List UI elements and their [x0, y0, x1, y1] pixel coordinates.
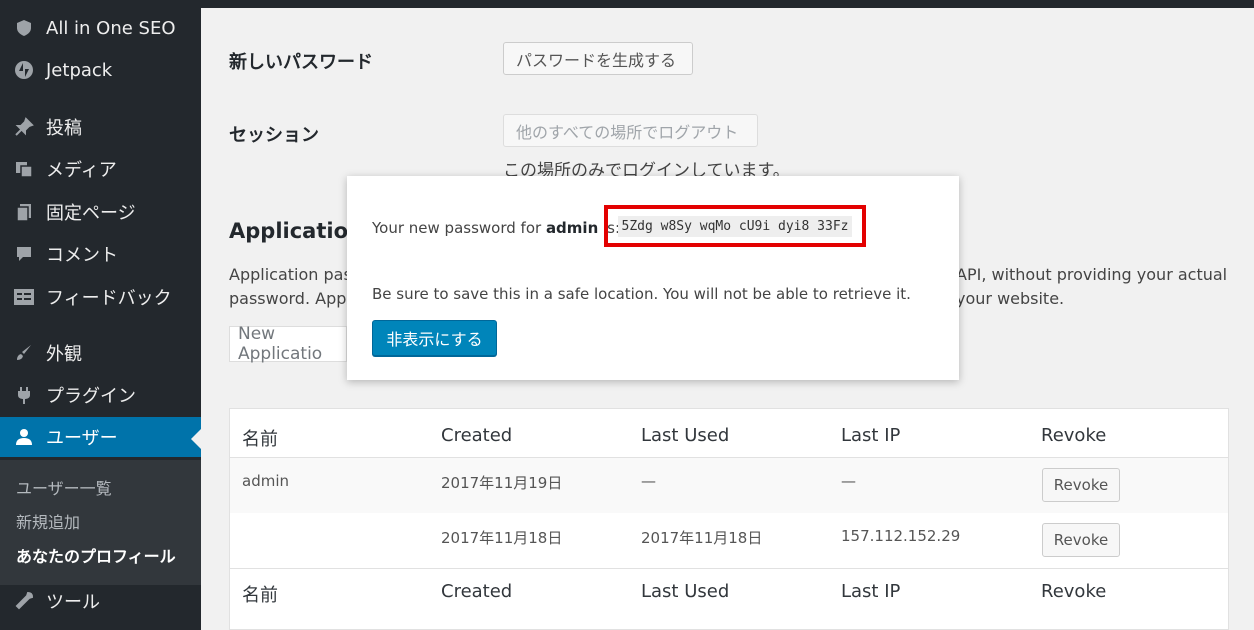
pages-icon [12, 200, 36, 224]
application-passwords-table: 名前 Created Last Used Last IP Revoke admi… [229, 408, 1229, 630]
comment-icon [12, 242, 36, 266]
message-prefix: Your new password for [372, 219, 546, 237]
feedback-icon [12, 285, 36, 309]
app-description-right-2: your website. [956, 289, 1065, 308]
wrench-icon [12, 589, 36, 613]
username: admin [545, 219, 599, 237]
sidebar-item-appearance[interactable]: 外観 [0, 333, 201, 373]
sidebar-item-label: All in One SEO [46, 17, 176, 39]
sidebar-item-tools[interactable]: ツール [0, 581, 201, 621]
password-highlight-box: 5Zdg w8Sy wqMo cU9i dyi8 33Fz [604, 205, 866, 247]
column-header-last-ip: Last IP [841, 425, 901, 446]
pin-icon [12, 115, 36, 139]
sidebar-item-plugins[interactable]: プラグイン [0, 375, 201, 415]
column-footer-revoke: Revoke [1041, 581, 1107, 602]
sidebar-item-comments[interactable]: コメント [0, 234, 201, 274]
cell-name: admin [242, 472, 289, 490]
hide-button[interactable]: 非表示にする [372, 320, 497, 356]
jetpack-icon [12, 58, 36, 82]
footer-divider [230, 568, 1228, 569]
cell-last-used: 2017年11月18日 [641, 529, 763, 547]
new-password-dialog: Your new password for admin is: 5Zdg w8S… [347, 176, 959, 380]
app-description-left-1: Application pass [229, 265, 361, 284]
sidebar-item-label: ユーザー [46, 428, 118, 449]
sidebar-item-all-in-one-seo[interactable]: All in One SEO [0, 8, 201, 48]
cell-created: 2017年11月19日 [441, 474, 563, 492]
sidebar-item-label: メディア [46, 160, 117, 181]
new-application-name-input[interactable]: New Applicatio [229, 324, 347, 364]
cell-last-ip: — [841, 472, 856, 490]
active-indicator [191, 429, 201, 449]
cell-last-used: — [641, 472, 656, 490]
column-footer-last-used: Last Used [641, 581, 730, 602]
sidebar-item-label: フィードバック [46, 288, 172, 309]
new-password-message: Your new password for admin is: [372, 219, 620, 237]
submenu-item-your-profile[interactable]: あなたのプロフィール [16, 543, 176, 567]
application-passwords-title: Application [229, 219, 363, 243]
admin-sidebar: All in One SEO Jetpack 投稿 メディア 固定ページ コメン… [0, 0, 201, 630]
generated-password[interactable]: 5Zdg w8Sy wqMo cU9i dyi8 33Fz [617, 215, 853, 237]
generate-password-button[interactable]: パスワードを生成する [503, 42, 693, 75]
admin-bar [201, 0, 1254, 8]
plugin-icon [12, 383, 36, 407]
sidebar-item-label: 投稿 [46, 118, 82, 139]
sidebar-item-pages[interactable]: 固定ページ [0, 192, 201, 232]
submenu-item-add-new[interactable]: 新規追加 [16, 509, 80, 533]
submenu-item-all-users[interactable]: ユーザー一覧 [16, 475, 112, 499]
column-footer-last-ip: Last IP [841, 581, 901, 602]
sidebar-item-label: Jetpack [46, 59, 113, 81]
cell-last-ip: 157.112.152.29 [841, 527, 961, 545]
sessions-label: セッション [229, 125, 319, 146]
column-footer-name: 名前 [242, 585, 278, 606]
sidebar-item-media[interactable]: メディア [0, 149, 201, 189]
sidebar-item-label: コメント [46, 245, 118, 266]
media-icon [12, 157, 36, 181]
table-row: admin 2017年11月19日 — — Revoke [230, 458, 1228, 513]
sidebar-item-label: プラグイン [46, 386, 136, 407]
sidebar-item-label: ツール [46, 592, 100, 613]
sidebar-item-jetpack[interactable]: Jetpack [0, 50, 201, 90]
sidebar-item-posts[interactable]: 投稿 [0, 107, 201, 147]
sidebar-item-users[interactable]: ユーザー [0, 417, 201, 457]
sidebar-item-label: 外観 [46, 344, 82, 365]
sidebar-item-feedback[interactable]: フィードバック [0, 277, 201, 317]
revoke-button[interactable]: Revoke [1042, 468, 1120, 502]
cell-created: 2017年11月18日 [441, 529, 563, 547]
column-header-name: 名前 [242, 429, 278, 450]
shield-icon [12, 16, 36, 40]
user-icon [12, 425, 36, 449]
new-password-label: 新しいパスワード [229, 52, 373, 73]
column-header-last-used: Last Used [641, 425, 730, 446]
users-submenu: ユーザー一覧 新規追加 あなたのプロフィール [0, 460, 201, 585]
app-description-left-2: password. Applic [229, 289, 365, 308]
logout-everywhere-button[interactable]: 他のすべての場所でログアウト [503, 114, 758, 147]
save-warning: Be sure to save this in a safe location.… [372, 285, 911, 303]
column-footer-created: Created [441, 581, 513, 602]
app-description-right-1: API, without providing your actual [956, 265, 1228, 284]
column-header-created: Created [441, 425, 513, 446]
sidebar-item-label: 固定ページ [46, 203, 136, 224]
brush-icon [12, 341, 36, 365]
column-header-revoke: Revoke [1041, 425, 1107, 446]
revoke-button[interactable]: Revoke [1042, 523, 1120, 557]
